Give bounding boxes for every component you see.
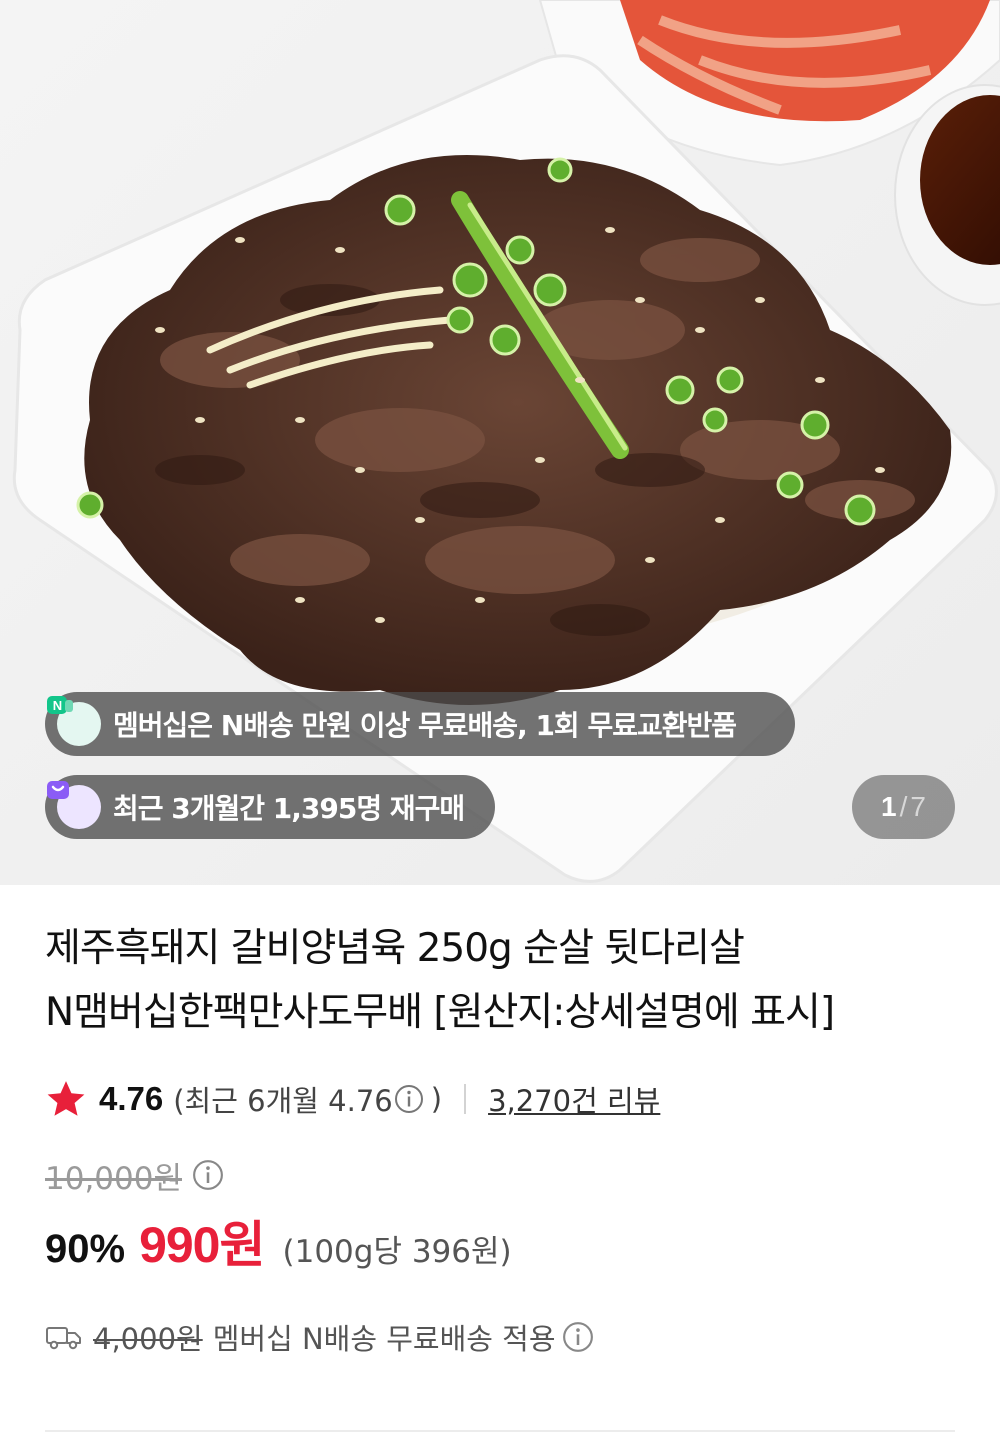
shipping-benefit-text: 멤버십 N배송 무료배송 적용 <box>212 1322 556 1356</box>
info-icon[interactable] <box>192 1159 224 1191</box>
svg-text:N: N <box>53 698 62 713</box>
membership-benefit-badge: N 멤버십은 N배송 만원 이상 무료배송, 1회 무료교환반품 <box>45 692 795 756</box>
shopping-bag-icon <box>47 781 101 829</box>
n-delivery-icon: N <box>47 696 101 746</box>
image-counter-separator: / <box>899 791 908 822</box>
unit-price: (100g당 396원) <box>282 1234 512 1270</box>
rating-divider <box>464 1084 467 1114</box>
review-count-link[interactable]: 3,270건 리뷰 <box>488 1078 660 1120</box>
repurchase-text: 최근 3개월간 1,395명 재구매 <box>113 792 465 825</box>
original-price: 10,000원 <box>45 1160 182 1197</box>
sale-price-row: 90% 990원 (100g당 396원) <box>45 1205 955 1275</box>
product-info: 제주흑돼지 갈비양념육 250g 순살 뒷다리살 N맴버십한팩만사도무배 [원산… <box>0 885 1000 1361</box>
product-title-line1: 제주흑돼지 갈비양념육 250g 순살 뒷다리살 <box>45 926 745 971</box>
product-title: 제주흑돼지 갈비양념육 250g 순살 뒷다리살 N맴버십한팩만사도무배 [원산… <box>45 885 955 1045</box>
info-icon[interactable] <box>393 1083 425 1115</box>
recent-rating: (최근 6개월 4.76 ) <box>173 1078 442 1120</box>
image-counter-total: 7 <box>910 791 926 822</box>
info-icon[interactable] <box>562 1321 594 1353</box>
repurchase-badge: 최근 3개월간 1,395명 재구매 <box>45 775 495 839</box>
discount-rate: 90% <box>45 1227 126 1271</box>
truck-icon <box>46 1327 81 1350</box>
product-title-line2: N맴버십한팩만사도무배 [원산지:상세설명에 표시] <box>45 990 835 1035</box>
shipping-row: 4,000원 멤버십 N배송 무료배송 적용 <box>45 1313 955 1361</box>
star-icon <box>47 1081 85 1116</box>
section-divider <box>45 1430 955 1432</box>
original-price-row: 10,000원 <box>45 1151 955 1199</box>
image-counter: 1 / 7 <box>852 775 955 839</box>
rating-row: 4.76 (최근 6개월 4.76 ) 3,270건 리뷰 <box>45 1075 955 1123</box>
recent-rating-close: ) <box>430 1082 443 1116</box>
original-shipping-fee: 4,000원 <box>93 1322 203 1356</box>
membership-benefit-text: 멤버십은 N배송 만원 이상 무료배송, 1회 무료교환반품 <box>113 709 737 742</box>
sale-price: 990원 <box>139 1217 265 1273</box>
rating-score: 4.76 <box>99 1080 164 1117</box>
recent-rating-text: (최근 6개월 4.76 <box>173 1084 393 1118</box>
product-image-carousel[interactable]: N 멤버십은 N배송 만원 이상 무료배송, 1회 무료교환반품 최근 3개월간… <box>0 0 1000 885</box>
image-counter-current: 1 <box>881 791 897 822</box>
